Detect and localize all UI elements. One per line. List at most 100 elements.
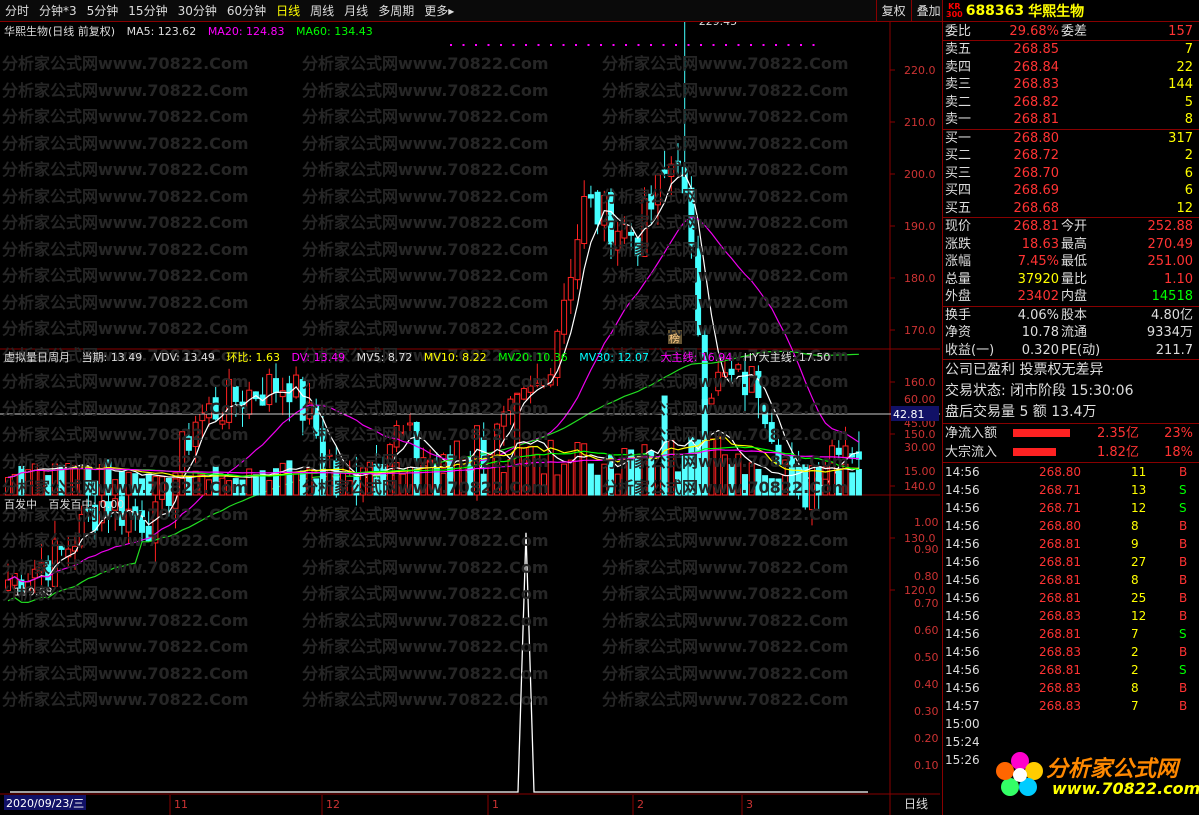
signal-dot — [475, 44, 477, 46]
period-tab-2[interactable]: 5分钟 — [82, 0, 124, 22]
signal-dot — [500, 44, 502, 46]
signal-dot — [537, 44, 540, 46]
volume-bar — [554, 474, 561, 496]
level-label: 买五 — [945, 200, 972, 216]
tool-button-1[interactable]: 叠加 — [910, 0, 946, 22]
watermark-text: 分析家公式网www.70822.Com — [302, 451, 549, 471]
candle-body — [293, 374, 300, 398]
vol-tick-label: 15.00 — [904, 465, 936, 478]
watermark-text: 分析家公式网www.70822.Com — [302, 637, 549, 656]
watermark-text: 分析家公式网www.70822.Com — [2, 478, 249, 497]
volume-bar — [266, 479, 273, 496]
candle-body — [594, 191, 601, 225]
candle-body — [581, 196, 588, 245]
tick-list[interactable]: 14:56 268.80 11 B 14:56 268.71 13 S 14:56 268.71 1… — [943, 463, 1199, 769]
asks-row[interactable]: 卖四 268.84 22 — [943, 59, 1199, 77]
watermark-text: 分析家公式网www.70822.Com — [602, 610, 849, 630]
high-label: 229.45 — [699, 22, 738, 28]
vol-mv30: MV30: 12.07 — [579, 351, 650, 364]
tick-row: 14:56 268.83 8 B — [945, 681, 1188, 695]
bids-row[interactable]: 买三 268.70 6 — [943, 165, 1199, 183]
watermark-text: 分析家公式网www.70822.Com — [2, 584, 249, 603]
tool-button-0[interactable]: 复权 — [875, 0, 911, 22]
period-tab-1[interactable]: 分钟*3 — [34, 0, 82, 22]
candle-body — [574, 239, 581, 281]
level-volume: 144 — [1168, 77, 1193, 92]
watermark-text: 分析家公式网www.70822.Com — [602, 213, 849, 232]
asks-row[interactable]: 卖三 268.83 144 — [943, 76, 1199, 94]
watermark-text: 分析家公式网www.70822.Com — [2, 372, 249, 391]
level-price: 268.69 — [1013, 183, 1060, 198]
watermark-text: 分析家公式网www.70822.Com — [602, 425, 849, 444]
asks-row[interactable]: 卖二 268.82 5 — [943, 94, 1199, 112]
signal-dot — [800, 44, 802, 46]
watermark-text: 分析家公式网www.70822.Com — [302, 398, 549, 418]
flow-bar — [1013, 448, 1057, 456]
watermark-text: 分析家公式网www.70822.Com — [602, 160, 849, 179]
period-tab-5[interactable]: 60分钟 — [222, 0, 271, 22]
watermark-text: 分析家公式网www.70822.Com — [2, 213, 249, 232]
stock-code: 688363 — [965, 2, 1025, 19]
watermark-text: 分析家公式网www.70822.Com — [602, 292, 849, 312]
main-legend: 华熙生物(日线 前复权) MA5: 123.62 MA20: 124.83 MA… — [4, 25, 381, 39]
stat-row: 外盘 23402 内盘 14518 — [945, 289, 1193, 304]
period-tab-4[interactable]: 30分钟 — [173, 0, 222, 22]
watermark-text: 分析家公式网www.70822.Com — [302, 160, 549, 179]
signal-dot — [762, 44, 765, 46]
watermark-text: 分析家公式网www.70822.Com — [302, 292, 549, 312]
vol-dzx: 大主线: 16.94 — [660, 351, 733, 364]
watermark-text: 分析家公式网www.70822.Com — [602, 54, 849, 73]
period-tab-6[interactable]: 日线 — [271, 0, 305, 22]
watermark-text: 分析家公式网www.70822.Com — [2, 239, 249, 259]
ind-tick-label: 0.80 — [914, 570, 939, 583]
tick-row: 14:56 268.71 13 S — [945, 483, 1187, 497]
chart-area[interactable]: 220.0 210.0 200.0 190.0 180.0 170.0 160.0 150.0… — [0, 22, 940, 815]
period-tab-0[interactable]: 分时 — [0, 0, 34, 22]
volume-bar — [286, 460, 293, 496]
flow-row: 净流入额 2.35亿 23% — [945, 426, 1193, 441]
level-price: 268.81 — [1013, 112, 1060, 127]
level-price: 268.84 — [1013, 59, 1060, 75]
quote-stats2: 换手 4.06% 股本 4.80亿 净资 10.78 流通 9334万 收益(一) 0.320 PE… — [943, 307, 1199, 360]
candle-body — [587, 194, 594, 199]
info-line: 盘后交易量 5 额 13.4万 — [945, 404, 1097, 420]
watermark-text: 分析家公式网www.70822.Com — [302, 107, 549, 126]
price-tick-label: 160.0 — [904, 376, 936, 389]
level-label: 卖二 — [945, 94, 972, 110]
vol-title: 虚拟量日周月 — [4, 351, 70, 364]
candle-body — [567, 276, 574, 301]
watermark-text: 分析家公式网www.70822.Com — [2, 663, 249, 683]
watermark-text: 分析家公式网www.70822.Com — [302, 133, 549, 153]
bids-row[interactable]: 买四 268.69 6 — [943, 182, 1199, 200]
period-label: 日线 — [904, 797, 928, 811]
period-tab-10[interactable]: 更多▸ — [419, 0, 459, 22]
bids-row[interactable]: 买一 268.80 317 — [943, 130, 1199, 148]
watermark-text: 分析家公式网www.70822.Com — [302, 663, 549, 683]
ind-tick-label: 0.50 — [914, 651, 939, 664]
asks-row[interactable]: 卖一 268.81 8 — [943, 111, 1199, 129]
signal-dot — [450, 44, 452, 46]
signal-dot — [625, 44, 627, 46]
ind-tick-label: 0.10 — [914, 759, 939, 772]
level-volume: 6 — [1184, 165, 1193, 181]
volume-bar — [594, 474, 601, 496]
vol-mv20: MV20: 10.36 — [498, 351, 568, 364]
period-tab-3[interactable]: 15分钟 — [123, 0, 172, 22]
period-tab-7[interactable]: 周线 — [305, 0, 339, 22]
signal-dot — [487, 44, 490, 46]
watermark-text: 分析家公式网www.70822.Com — [302, 531, 549, 550]
period-tab-8[interactable]: 月线 — [339, 0, 373, 22]
stock-header: KR 300 688363 华熙生物 — [943, 0, 1199, 22]
level-volume: 8 — [1184, 112, 1193, 127]
watermark-text: 分析家公式网www.70822.Com — [2, 186, 249, 206]
vol-cursor-label: 42.81 — [893, 408, 925, 421]
watermark-text: 分析家公式网www.70822.Com — [602, 637, 849, 656]
period-tab-9[interactable]: 多周期 — [373, 0, 419, 22]
vol-mv5: MV5: 8.72 — [356, 351, 413, 364]
bids-row[interactable]: 买五 268.68 12 — [943, 200, 1199, 218]
watermark-text: 分析家公式网www.70822.Com — [2, 451, 249, 471]
watermark-text: 分析家公式网www.70822.Com — [2, 266, 249, 285]
watermark-text: 分析家公式网www.70822.Com — [602, 372, 849, 391]
bids-row[interactable]: 买二 268.72 2 — [943, 147, 1199, 165]
asks-row[interactable]: 卖五 268.85 7 — [943, 41, 1199, 59]
